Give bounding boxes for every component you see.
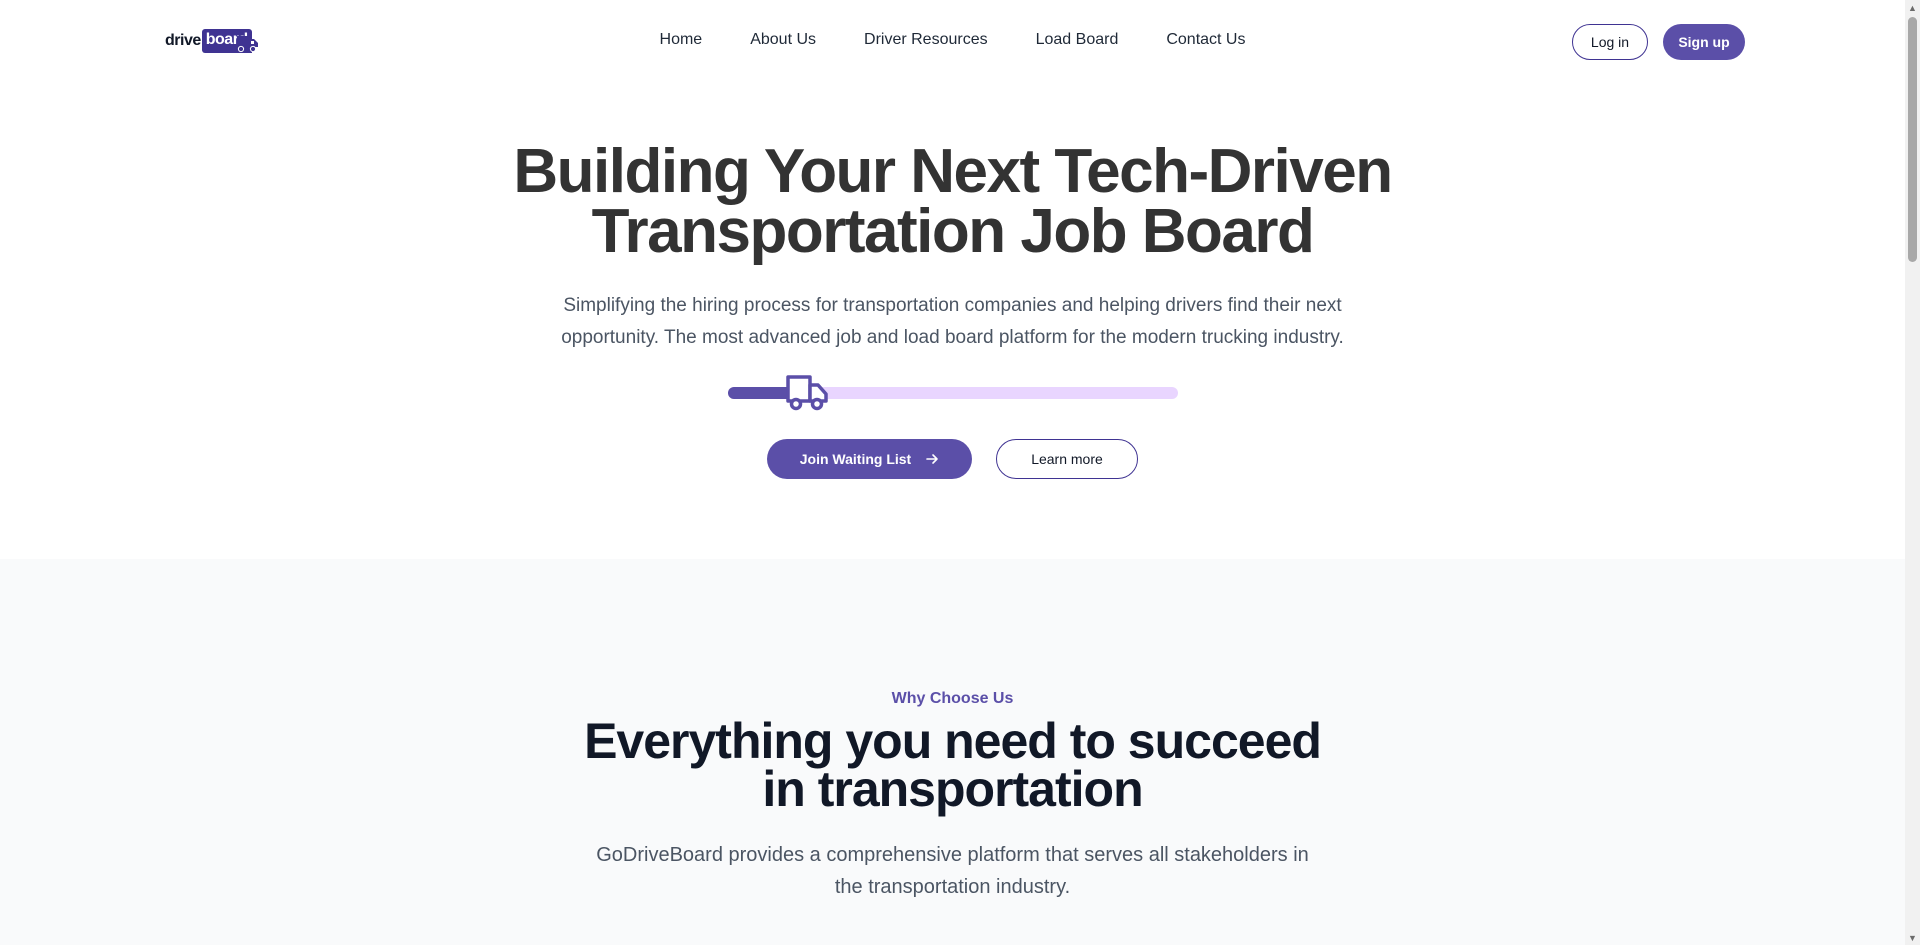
arrow-right-icon <box>926 454 939 464</box>
join-waiting-list-button[interactable]: Join Waiting List <box>767 439 972 479</box>
section-subtitle-line1: GoDriveBoard provides a comprehensive pl… <box>596 844 1309 866</box>
section-subtitle: GoDriveBoard provides a comprehensive pl… <box>0 839 1905 903</box>
page-scrollbar[interactable]: ▲ ▼ <box>1905 0 1920 945</box>
section-eyebrow: Why Choose Us <box>891 690 1014 707</box>
nav-driver-resources[interactable]: Driver Resources <box>864 31 988 49</box>
truck-icon <box>786 375 828 411</box>
hero-subtitle-line2: opportunity. The most advanced job and l… <box>561 327 1344 348</box>
hero-title-line2: Transportation Job Board <box>591 197 1315 266</box>
scroll-up-arrow[interactable]: ▲ <box>1905 0 1920 15</box>
page: drive board Home About Us Driver Resourc… <box>0 0 1905 945</box>
nav-home[interactable]: Home <box>660 31 703 49</box>
join-button-label: Join Waiting List <box>799 451 912 467</box>
scroll-down-arrow[interactable]: ▼ <box>1905 930 1920 945</box>
hero-title: Building Your Next Tech-Driven Transport… <box>0 141 1905 263</box>
nav-contact-us[interactable]: Contact Us <box>1166 31 1245 49</box>
site-header: drive board Home About Us Driver Resourc… <box>0 0 1905 84</box>
hero-subtitle: Simplifying the hiring process for trans… <box>0 290 1905 354</box>
section-title-line2: in transportation <box>762 761 1143 817</box>
progress-bar <box>728 373 1178 411</box>
nav-load-board[interactable]: Load Board <box>1036 31 1119 49</box>
login-button[interactable]: Log in <box>1572 24 1648 60</box>
hero-subtitle-line1: Simplifying the hiring process for trans… <box>563 295 1342 316</box>
features-section: Why Choose Us Everything you need to suc… <box>0 559 1905 945</box>
section-subtitle-line2: the transportation industry. <box>834 876 1071 898</box>
scroll-thumb[interactable] <box>1908 17 1917 262</box>
nav-about-us[interactable]: About Us <box>750 31 816 49</box>
signup-button[interactable]: Sign up <box>1663 24 1745 60</box>
learn-more-button[interactable]: Learn more <box>996 439 1138 479</box>
section-title: Everything you need to succeed in transp… <box>0 716 1905 814</box>
hero-title-line1: Building Your Next Tech-Driven <box>513 137 1393 206</box>
